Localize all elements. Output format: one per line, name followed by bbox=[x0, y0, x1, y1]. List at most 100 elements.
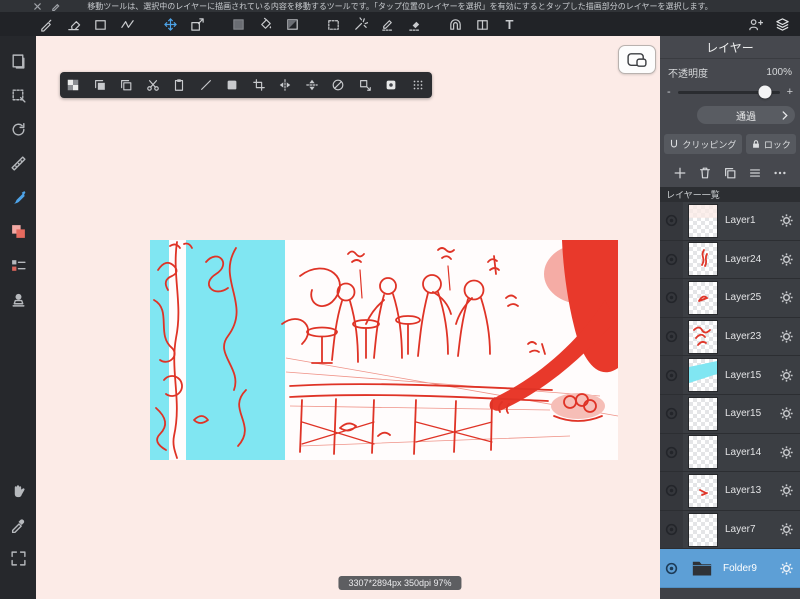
layer-settings-gear-icon[interactable] bbox=[779, 290, 794, 305]
invert-button[interactable] bbox=[378, 72, 405, 98]
marquee-select-button[interactable] bbox=[320, 12, 347, 36]
layer-settings-gear-icon[interactable] bbox=[779, 329, 794, 344]
fill-rect-button[interactable] bbox=[219, 72, 246, 98]
layer-settings-gear-icon[interactable] bbox=[779, 368, 794, 383]
layer-settings-gear-icon[interactable] bbox=[779, 483, 794, 498]
ruler-button[interactable] bbox=[0, 146, 36, 180]
layer-row[interactable]: Layer15 bbox=[660, 394, 800, 434]
eyedropper-button[interactable] bbox=[0, 507, 36, 541]
expand-selection-button[interactable] bbox=[352, 72, 379, 98]
layer-thumbnail bbox=[688, 358, 718, 393]
clipping-button[interactable]: クリッピング bbox=[664, 134, 742, 154]
opacity-slider-knob[interactable] bbox=[758, 85, 772, 99]
layer-settings-gear-icon[interactable] bbox=[779, 561, 794, 576]
layers-panel-toggle-button[interactable] bbox=[769, 12, 796, 36]
layer-thumbnail bbox=[688, 512, 718, 547]
layer-row[interactable]: Layer14 bbox=[660, 433, 800, 473]
layer-settings-gear-icon[interactable] bbox=[779, 406, 794, 421]
hand-tool-button[interactable] bbox=[0, 473, 36, 507]
delete-layer-button[interactable] bbox=[695, 164, 715, 182]
blend-mode-button[interactable]: 通過 bbox=[697, 106, 795, 124]
add-layer-button[interactable] bbox=[670, 164, 690, 182]
left-sidebar bbox=[0, 36, 36, 599]
share-user-button[interactable] bbox=[742, 12, 769, 36]
select-pen-button[interactable] bbox=[374, 12, 401, 36]
layer-row[interactable]: Layer1 bbox=[660, 202, 800, 241]
gradient-tool-button[interactable] bbox=[279, 12, 306, 36]
move-tool-button[interactable] bbox=[157, 12, 184, 36]
pencil-icon[interactable] bbox=[51, 2, 60, 11]
visibility-toggle[interactable] bbox=[660, 394, 683, 433]
layer-row[interactable]: Layer15 bbox=[660, 356, 800, 395]
bucket-tool-button[interactable] bbox=[252, 12, 279, 36]
visibility-toggle[interactable] bbox=[660, 472, 683, 510]
line-tool-button[interactable] bbox=[193, 72, 220, 98]
close-icon[interactable] bbox=[33, 2, 42, 11]
layer-settings-gear-icon[interactable] bbox=[779, 445, 794, 460]
transform-icon bbox=[191, 17, 204, 31]
visibility-toggle[interactable] bbox=[660, 240, 683, 279]
layer-list-menu-button[interactable] bbox=[745, 164, 765, 182]
layer-settings-gear-icon[interactable] bbox=[779, 213, 794, 228]
color-panel-button[interactable] bbox=[0, 214, 36, 248]
paste-button[interactable] bbox=[166, 72, 193, 98]
duplicate-button[interactable] bbox=[113, 72, 140, 98]
visibility-toggle[interactable] bbox=[660, 317, 683, 356]
flip-vertical-button[interactable] bbox=[299, 72, 326, 98]
canvas-artwork[interactable] bbox=[150, 240, 618, 460]
flip-horizontal-button[interactable] bbox=[272, 72, 299, 98]
divide-icon bbox=[477, 19, 488, 30]
material-panel-button[interactable] bbox=[0, 282, 36, 316]
palette-panel-button[interactable] bbox=[0, 248, 36, 282]
layer-row[interactable]: Layer13 bbox=[660, 472, 800, 511]
clipping-icon bbox=[671, 139, 678, 148]
magic-wand-button[interactable] bbox=[347, 12, 374, 36]
eraser-tool-button[interactable] bbox=[60, 12, 87, 36]
layer-row[interactable]: Layer7 bbox=[660, 510, 800, 550]
more-options-button[interactable] bbox=[770, 164, 790, 182]
pen-tool-button[interactable] bbox=[33, 12, 60, 36]
opacity-slider-track[interactable] bbox=[677, 85, 780, 99]
brush-panel-button[interactable] bbox=[0, 180, 36, 214]
shape-tool-button[interactable] bbox=[87, 12, 114, 36]
visibility-toggle[interactable] bbox=[660, 356, 683, 394]
layer-settings-gear-icon[interactable] bbox=[779, 522, 794, 537]
clipping-label: クリッピング bbox=[682, 139, 737, 150]
color-swatch-button[interactable] bbox=[225, 12, 252, 36]
toolbar-drag-handle[interactable] bbox=[405, 72, 432, 98]
crop-button[interactable] bbox=[246, 72, 273, 98]
transparent-bg-button[interactable] bbox=[60, 72, 87, 98]
history-button[interactable] bbox=[0, 112, 36, 146]
text-tool-button[interactable]: T bbox=[496, 12, 523, 36]
lock-label: ロック bbox=[763, 139, 791, 150]
visibility-toggle[interactable] bbox=[660, 279, 683, 317]
layer-row[interactable]: Layer24 bbox=[660, 240, 800, 280]
layer-row[interactable]: Layer23 bbox=[660, 317, 800, 357]
polyline-tool-button[interactable] bbox=[114, 12, 141, 36]
layer-settings-gear-icon[interactable] bbox=[779, 252, 794, 267]
cut-button[interactable] bbox=[140, 72, 167, 98]
transform-tool-button[interactable] bbox=[184, 12, 211, 36]
layer-row[interactable]: Layer25 bbox=[660, 279, 800, 318]
canvas-area[interactable] bbox=[36, 36, 660, 599]
opacity-minus-button[interactable]: - bbox=[667, 86, 671, 98]
layer-row-selected[interactable]: Folder9 bbox=[660, 549, 800, 588]
divide-tool-button[interactable] bbox=[469, 12, 496, 36]
opacity-plus-button[interactable]: + bbox=[787, 86, 793, 98]
visibility-toggle[interactable] bbox=[660, 433, 683, 472]
lock-button[interactable]: ロック bbox=[745, 134, 796, 154]
diagonal-line-icon bbox=[200, 80, 211, 90]
select-eraser-button[interactable] bbox=[401, 12, 428, 36]
visibility-toggle[interactable] bbox=[660, 549, 683, 587]
visibility-toggle[interactable] bbox=[660, 202, 683, 240]
navigator-button[interactable] bbox=[618, 45, 656, 74]
fullscreen-button[interactable] bbox=[0, 541, 36, 575]
duplicate-layer-button[interactable] bbox=[720, 164, 740, 182]
select-panel-button[interactable] bbox=[0, 78, 36, 112]
marquee-icon bbox=[328, 19, 339, 30]
deselect-button[interactable] bbox=[325, 72, 352, 98]
canvas-menu-button[interactable] bbox=[0, 44, 36, 78]
copy-button[interactable] bbox=[87, 72, 114, 98]
visibility-toggle[interactable] bbox=[660, 510, 683, 549]
snap-tool-button[interactable] bbox=[442, 12, 469, 36]
